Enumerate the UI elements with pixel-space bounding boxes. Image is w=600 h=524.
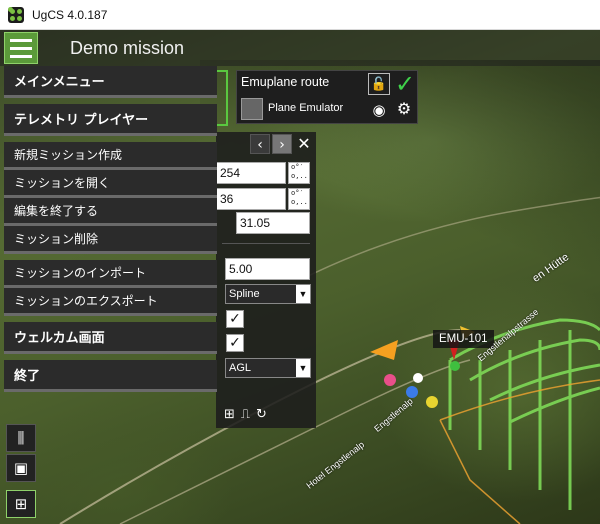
menu-item-exit[interactable]: 終了 [4, 360, 217, 392]
zoom-icon[interactable]: ⊞ [6, 490, 36, 518]
eye-icon[interactable]: ◉ [368, 100, 390, 120]
chevron-down-icon: ▼ [296, 359, 310, 377]
altitude-type-select[interactable]: AGL ▼ [225, 358, 311, 378]
turn-type-select[interactable]: Spline ▼ [225, 284, 311, 304]
check-icon[interactable]: ✓ [393, 70, 417, 98]
turn-type-value: Spline [229, 288, 260, 300]
undo-icon[interactable]: ↻ [256, 407, 267, 422]
altitude-type-value: AGL [229, 362, 252, 374]
segment-nav: ‹ › ✕ [250, 134, 314, 154]
longitude-field[interactable]: 36 [216, 188, 286, 210]
route-panel[interactable]: Emuplane route Plane Emulator [236, 70, 418, 124]
chevron-left-icon[interactable]: ‹ [250, 134, 270, 154]
menu-item-export-mission[interactable]: ミッションのエクスポート [4, 288, 217, 316]
menu-item-delete-mission[interactable]: ミッション削除 [4, 226, 217, 254]
coordinate-format-button[interactable]: o°′ o,.. [288, 162, 310, 184]
coordinate-format-button-2[interactable]: o°′ o,.. [288, 188, 310, 210]
menu-icon[interactable] [4, 32, 38, 64]
segment-toolbar: ⊞ ⎍ ↻ [216, 400, 316, 428]
mission-title: Demo mission [70, 38, 185, 58]
menu-item-welcome-screen[interactable]: ウェルカム画面 [4, 322, 217, 354]
tools-icon[interactable]: ⫼ [6, 424, 36, 452]
chevron-down-icon: ▼ [296, 285, 310, 303]
lock-icon[interactable]: 🔓 [368, 73, 390, 95]
menu-item-open-mission[interactable]: ミッションを開く [4, 170, 217, 198]
close-icon[interactable]: ✕ [294, 134, 314, 154]
main-menu: メインメニュー テレメトリ プレイヤー 新規ミッション作成 ミッションを開く 編… [4, 66, 217, 392]
layers-icon[interactable]: ▣ [6, 454, 36, 482]
gear-icon[interactable]: ⚙ [393, 98, 415, 120]
window-title: UgCS 4.0.187 [32, 7, 108, 22]
menu-item-telemetry-player[interactable]: テレメトリ プレイヤー [4, 104, 217, 136]
ugcs-logo-icon [8, 6, 24, 23]
menu-item-new-mission[interactable]: 新規ミッション作成 [4, 142, 217, 170]
menu-item-main-menu[interactable]: メインメニュー [4, 66, 217, 98]
latitude-field[interactable]: 254 [216, 162, 286, 184]
tree-icon[interactable]: ⊞ [224, 407, 235, 422]
separator [222, 243, 310, 244]
chevron-right-icon[interactable]: › [272, 134, 292, 154]
speed-field[interactable]: 5.00 [225, 258, 310, 280]
window-title-bar: UgCS 4.0.187 [0, 0, 600, 30]
vehicle-name: Plane Emulator [268, 102, 344, 114]
checkbox-option-1[interactable]: ✓ [226, 310, 244, 328]
route-name[interactable]: Emuplane route [241, 75, 329, 89]
altitude-field[interactable]: 31.05 [236, 212, 310, 234]
menu-item-end-edit[interactable]: 編集を終了する [4, 198, 217, 226]
checkbox-option-2[interactable]: ✓ [226, 334, 244, 352]
signal-icon[interactable]: ⎍ [241, 407, 250, 422]
plane-thumbnail-icon [241, 98, 263, 120]
menu-item-import-mission[interactable]: ミッションのインポート [4, 260, 217, 288]
vehicle-label[interactable]: EMU-101 [433, 330, 494, 348]
